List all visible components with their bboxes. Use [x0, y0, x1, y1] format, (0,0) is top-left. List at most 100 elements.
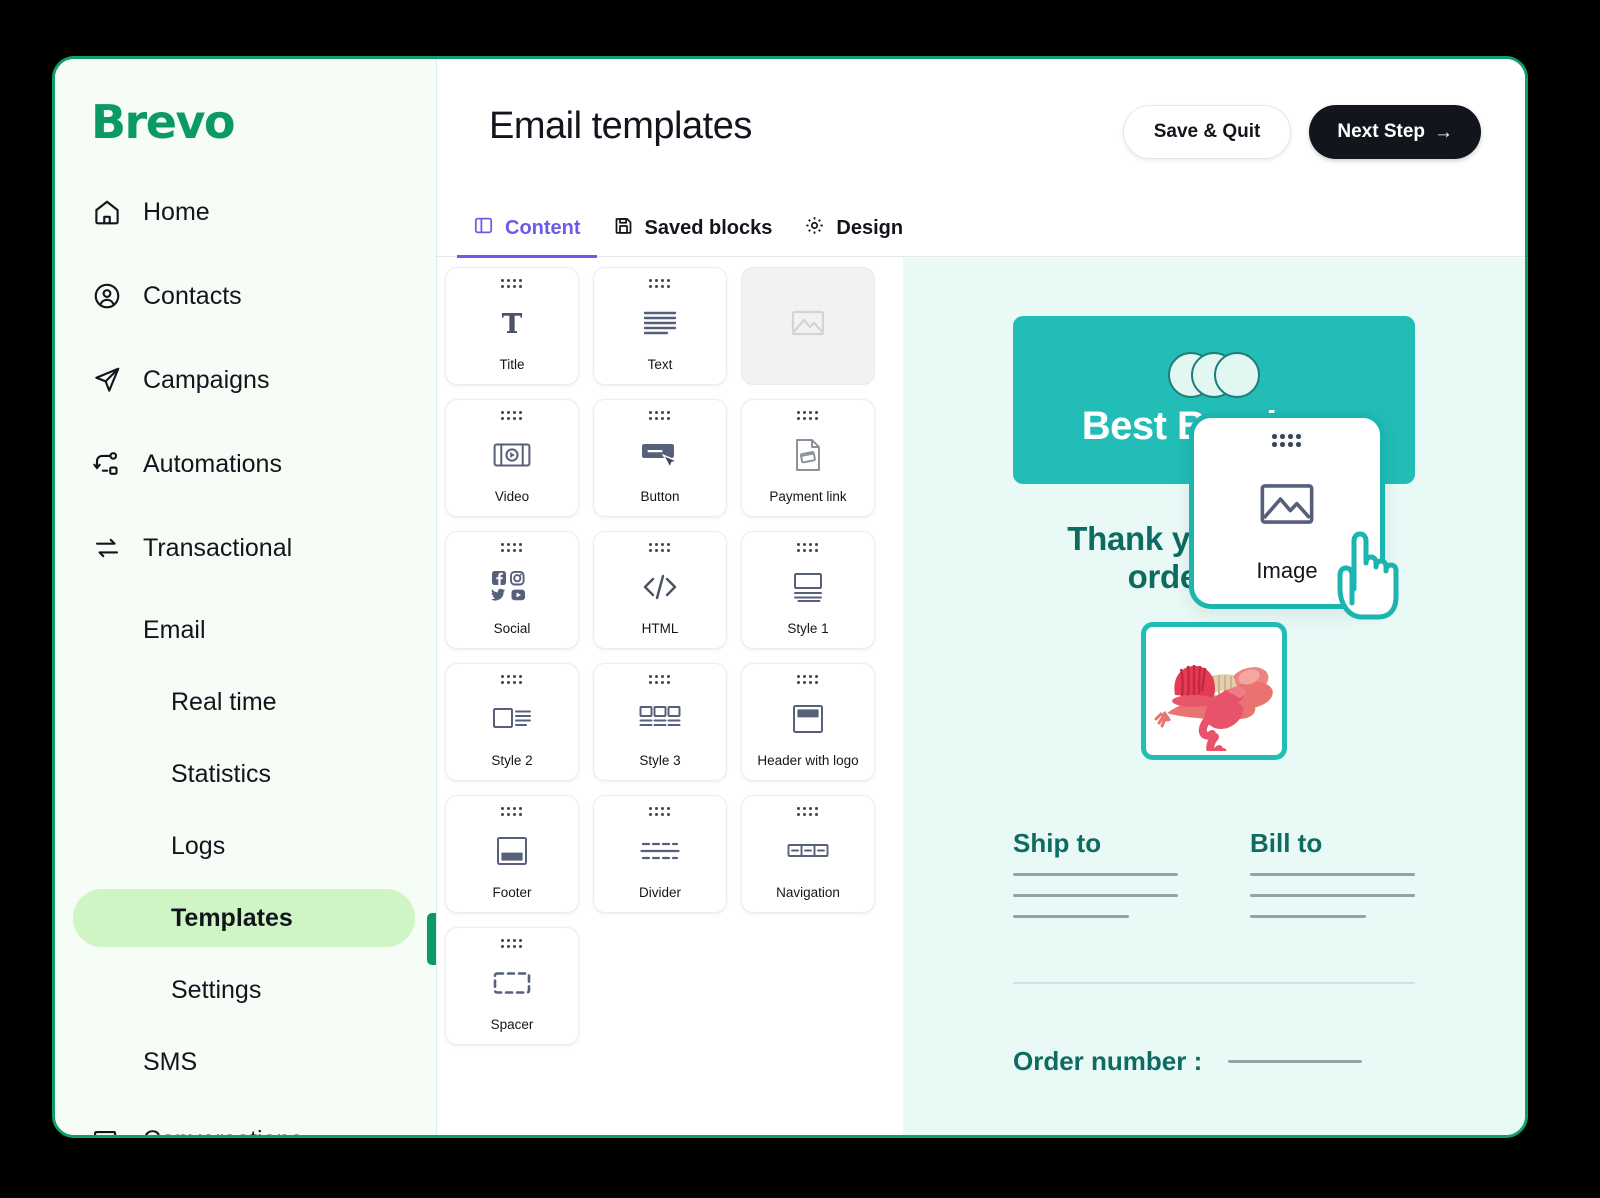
- ship-to-column: Ship to: [1013, 828, 1178, 936]
- hand-pointer-icon: [1332, 529, 1402, 626]
- tab-label: Content: [505, 216, 581, 239]
- save-and-quit-button[interactable]: Save & Quit: [1122, 105, 1292, 159]
- button-cursor-icon: [640, 421, 680, 490]
- sidebar-item-automations[interactable]: Automations: [55, 433, 437, 495]
- block-card-style-3[interactable]: Style 3: [593, 663, 727, 781]
- main-nav: Home Contacts Campaigns Automations Tran…: [55, 181, 437, 1135]
- block-label: Text: [647, 356, 673, 372]
- arrow-right-icon: →: [1434, 121, 1453, 143]
- next-step-label: Next Step: [1337, 121, 1425, 142]
- drag-grip-icon[interactable]: [501, 543, 523, 553]
- block-card-footer[interactable]: Footer: [445, 795, 579, 913]
- ship-to-line-2: [1013, 893, 1178, 897]
- title-T-icon: [497, 289, 527, 358]
- drag-grip-icon[interactable]: [501, 411, 523, 421]
- text-lines-icon: [643, 289, 677, 358]
- sidebar-item-campaigns[interactable]: Campaigns: [55, 349, 437, 411]
- gear-icon: [804, 215, 825, 242]
- drag-grip-icon[interactable]: [501, 675, 523, 685]
- block-card-html[interactable]: HTML: [593, 531, 727, 649]
- drag-grip-icon[interactable]: [649, 411, 671, 421]
- drag-grip-icon[interactable]: [797, 807, 819, 817]
- drag-grip-icon[interactable]: [501, 807, 523, 817]
- block-card-title[interactable]: Title: [445, 267, 579, 385]
- block-card-image-ghost[interactable]: Image: [741, 267, 875, 385]
- block-label: HTML: [641, 620, 679, 636]
- style2-layout-icon: [492, 685, 532, 754]
- next-step-button[interactable]: Next Step →: [1309, 105, 1481, 159]
- ship-to-line-1: [1013, 872, 1178, 876]
- layout-panel-icon: [473, 215, 494, 242]
- block-card-video[interactable]: Video: [445, 399, 579, 517]
- conversations-icon: [91, 1124, 123, 1135]
- sidebar-item-logs[interactable]: Logs: [55, 817, 437, 875]
- page-title: Email templates: [489, 105, 752, 147]
- image-icon: [1259, 447, 1315, 560]
- order-number-row: Order number :: [1013, 1046, 1415, 1077]
- sidebar-item-settings[interactable]: Settings: [55, 961, 437, 1019]
- block-label: Style 1: [787, 620, 829, 636]
- drag-grip-icon[interactable]: [649, 807, 671, 817]
- block-label: Title: [499, 356, 525, 372]
- section-divider: [1013, 981, 1415, 984]
- block-card-header-with-logo[interactable]: Header with logo: [741, 663, 875, 781]
- sidebar-item-templates[interactable]: Templates: [73, 889, 415, 947]
- bill-to-line-3: [1250, 914, 1366, 918]
- sidebar-item-conversations[interactable]: Conversations: [55, 1109, 437, 1135]
- three-circles-logo: [1168, 351, 1260, 398]
- tab-saved-blocks[interactable]: Saved blocks: [597, 199, 789, 257]
- sidebar-item-real-time[interactable]: Real time: [55, 673, 437, 731]
- block-label: Style 2: [491, 752, 533, 768]
- navigation-icon: [787, 817, 829, 886]
- tab-content[interactable]: Content: [457, 199, 597, 258]
- block-card-navigation[interactable]: Navigation: [741, 795, 875, 913]
- sidebar-item-contacts[interactable]: Contacts: [55, 265, 437, 327]
- style3-layout-icon: [639, 685, 681, 754]
- block-card-style-2[interactable]: Style 2: [445, 663, 579, 781]
- sidebar-item-transactional[interactable]: Transactional: [55, 517, 437, 579]
- sidebar-item-email[interactable]: Email: [55, 601, 437, 659]
- drag-grip-icon[interactable]: [649, 543, 671, 553]
- block-card-social[interactable]: Social: [445, 531, 579, 649]
- sidebar-item-sms[interactable]: SMS: [55, 1033, 437, 1091]
- bill-to-line-2: [1250, 893, 1415, 897]
- block-card-divider[interactable]: Divider: [593, 795, 727, 913]
- drag-grip-icon[interactable]: [649, 279, 671, 289]
- block-label: Style 3: [639, 752, 681, 768]
- block-card-button[interactable]: Button: [593, 399, 727, 517]
- code-brackets-icon: [641, 553, 679, 622]
- social-networks-icon: [491, 553, 533, 622]
- product-image-block[interactable]: [1013, 621, 1415, 760]
- payment-card-doc-icon: [794, 421, 822, 490]
- brevo-logo[interactable]: Brevo: [55, 87, 437, 145]
- sidebar-item-label: Campaigns: [143, 365, 270, 394]
- tab-design[interactable]: Design: [788, 199, 919, 257]
- sidebar-item-label: Automations: [143, 449, 282, 478]
- drag-grip-icon[interactable]: [1272, 434, 1302, 447]
- drag-grip-icon[interactable]: [501, 279, 523, 289]
- block-label: Spacer: [490, 1016, 534, 1032]
- email-preview-panel: Best Boutique Thank you for your order S…: [903, 258, 1525, 1135]
- divider-icon: [640, 817, 680, 886]
- block-card-style-1[interactable]: Style 1: [741, 531, 875, 649]
- block-card-spacer[interactable]: Spacer: [445, 927, 579, 1045]
- home-icon: [91, 196, 123, 228]
- block-card-text[interactable]: Text: [593, 267, 727, 385]
- drag-grip-icon[interactable]: [649, 675, 671, 685]
- block-label: Navigation: [776, 884, 840, 900]
- sidebar-item-statistics[interactable]: Statistics: [55, 745, 437, 803]
- transactional-icon: [91, 532, 123, 564]
- drag-grip-icon[interactable]: [797, 411, 819, 421]
- product-image-frame: [1141, 621, 1287, 760]
- block-label: Divider: [638, 884, 681, 900]
- footer-icon: [496, 817, 528, 886]
- drag-grip-icon[interactable]: [501, 939, 523, 949]
- block-label: Header with logo: [757, 752, 859, 768]
- main-content: Email templates Save & Quit Next Step → …: [437, 59, 1525, 1135]
- drag-grip-icon[interactable]: [797, 543, 819, 553]
- header-logo-icon: [792, 685, 824, 754]
- drag-grip-icon[interactable]: [797, 675, 819, 685]
- sidebar-item-home[interactable]: Home: [55, 181, 437, 243]
- image-icon: [791, 289, 825, 358]
- block-card-payment-link[interactable]: Payment link: [741, 399, 875, 517]
